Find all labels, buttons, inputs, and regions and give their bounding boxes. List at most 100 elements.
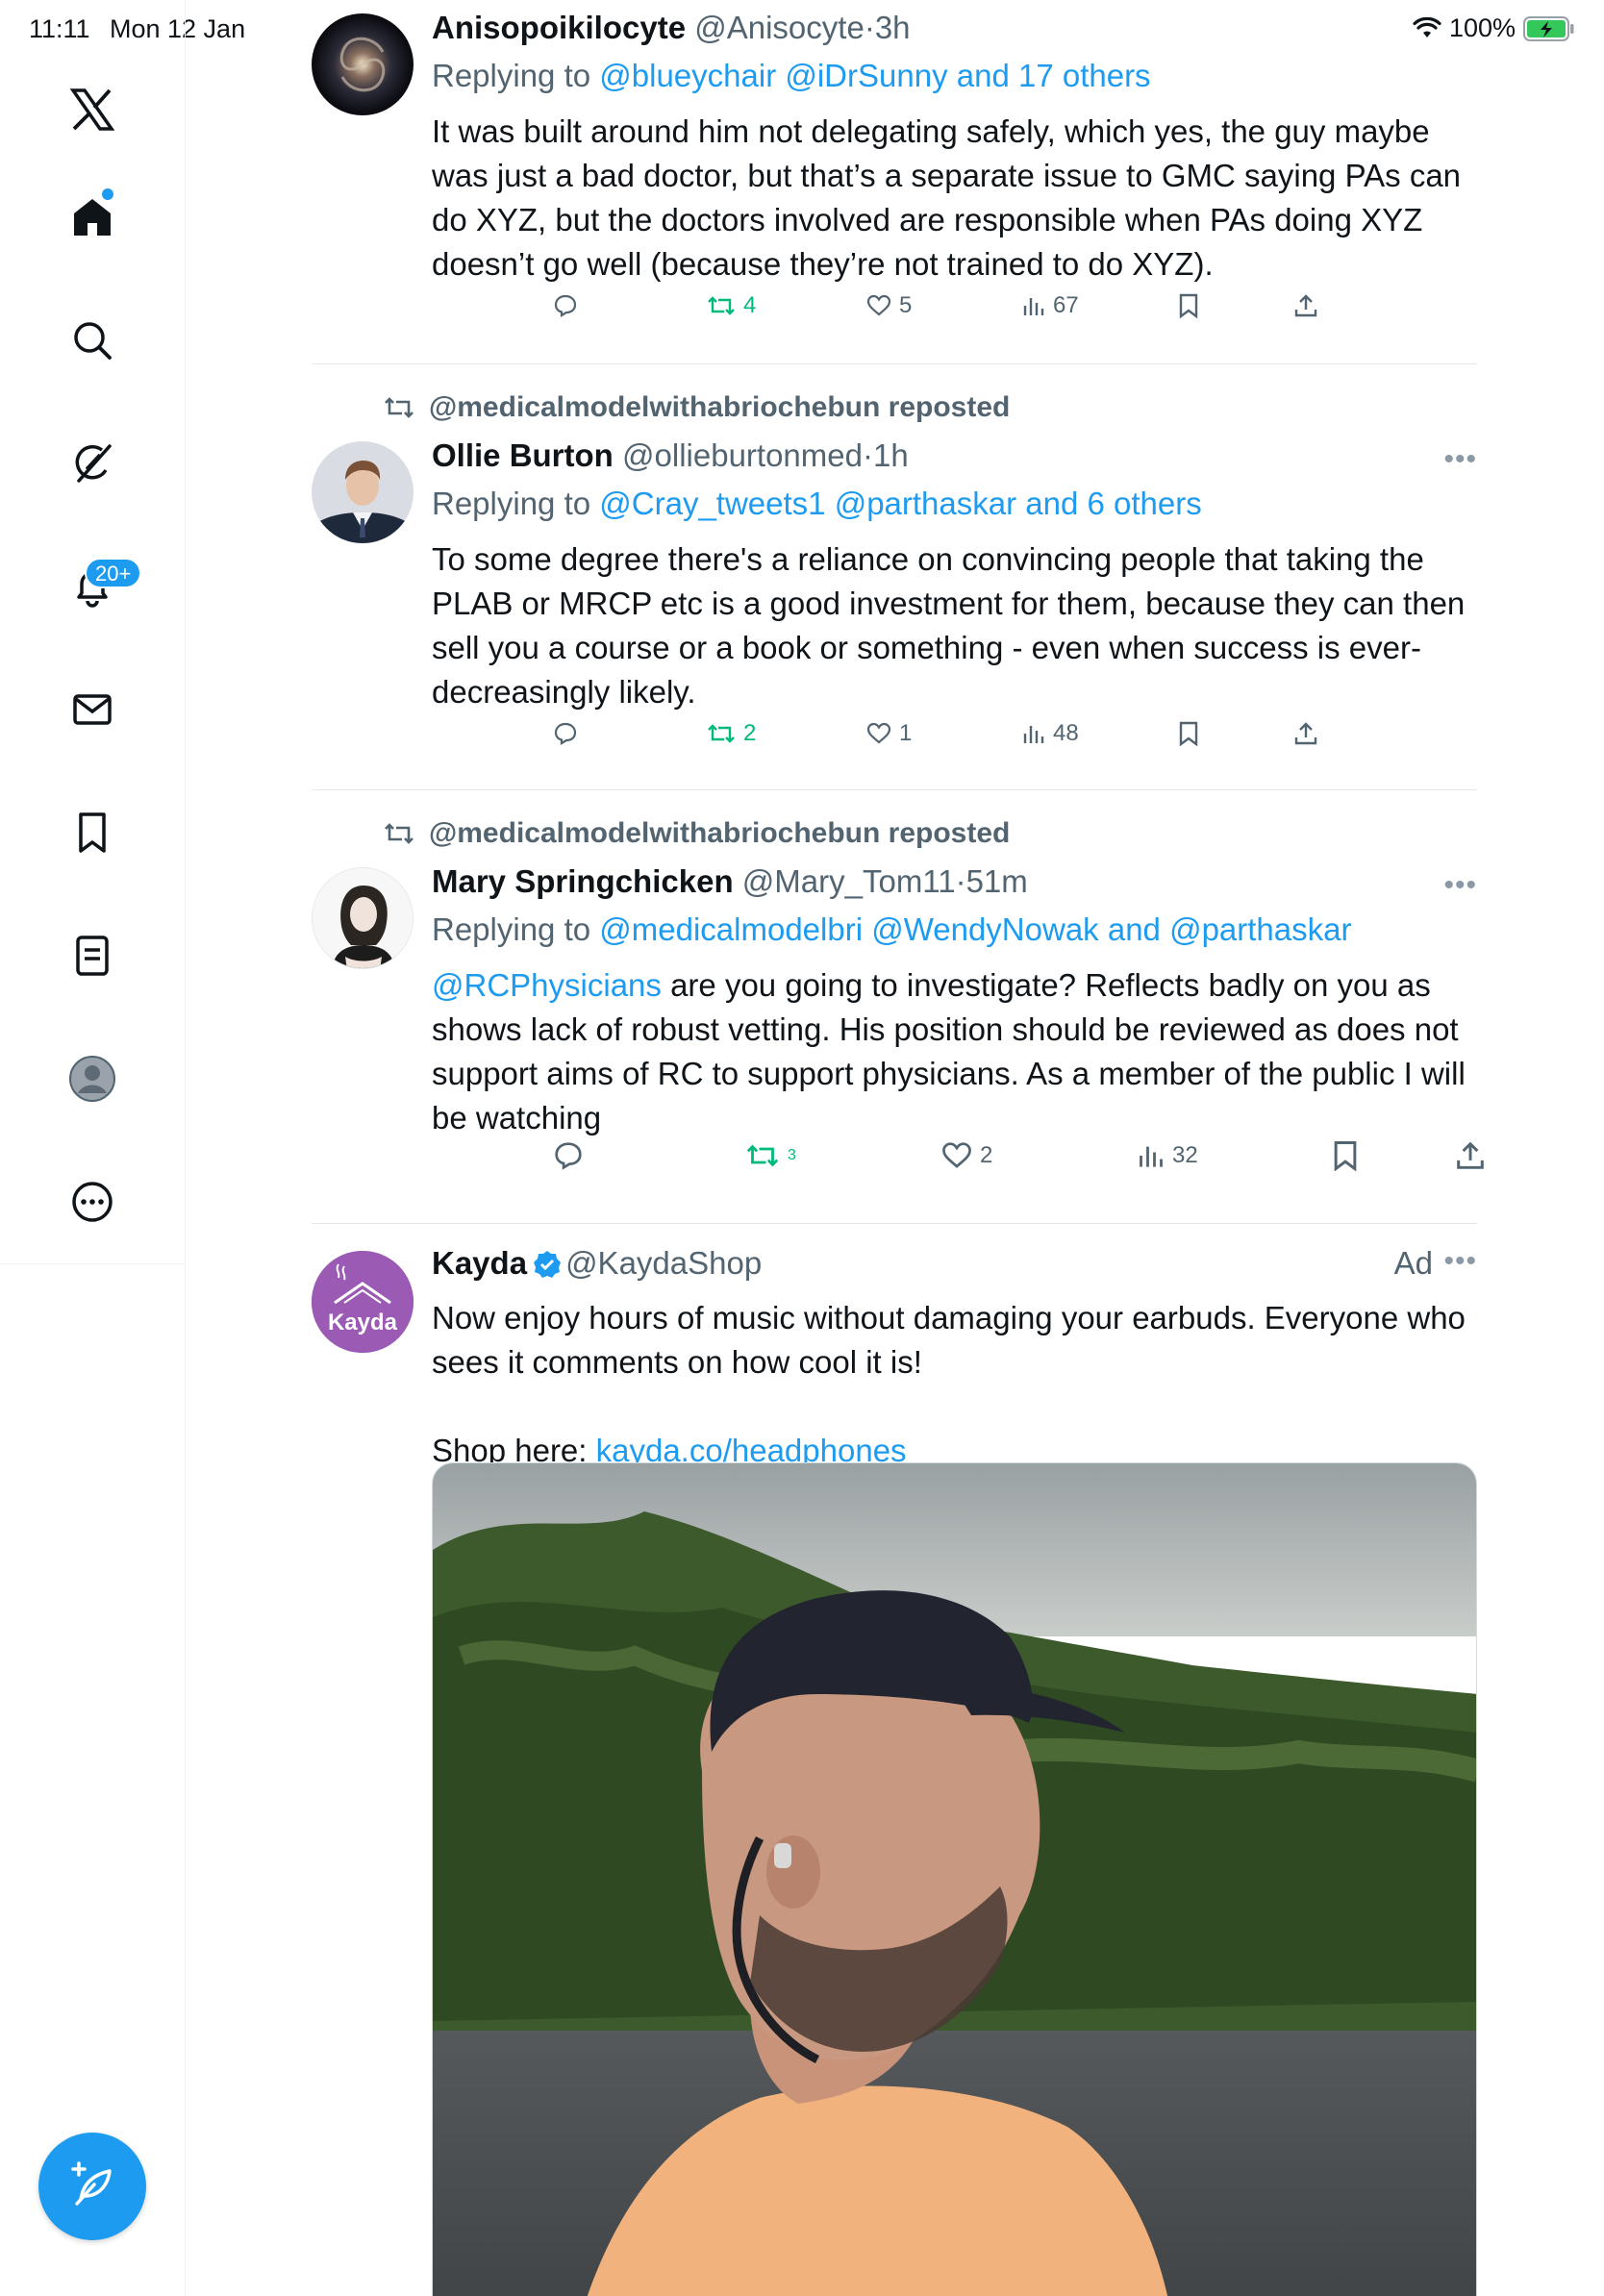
bookmark-icon bbox=[1179, 293, 1198, 318]
ad-video[interactable] bbox=[432, 1462, 1477, 2296]
bookmark-icon bbox=[1179, 721, 1198, 746]
heart-icon bbox=[866, 294, 891, 316]
bookmark-button[interactable] bbox=[1332, 1140, 1359, 1171]
compose-button[interactable] bbox=[38, 2133, 146, 2240]
tweet[interactable]: Anisopoikilocyte @Anisocyte·3h Replying … bbox=[312, 0, 1477, 363]
share-icon bbox=[1294, 294, 1317, 317]
tweet-text: @RCPhysicians are you going to investiga… bbox=[432, 963, 1477, 1140]
tweet[interactable]: @medicalmodelwithabriochebun reposted Ma… bbox=[312, 790, 1484, 1223]
repost-icon bbox=[385, 397, 414, 418]
more-options-icon[interactable]: ••• bbox=[1443, 443, 1477, 476]
replying-to-label: Replying to bbox=[432, 58, 600, 93]
like-button[interactable]: 5 bbox=[866, 292, 912, 319]
repost-label[interactable]: @medicalmodelwithabriochebun reposted bbox=[429, 817, 1010, 850]
author-handle[interactable]: @KaydaShop bbox=[565, 1245, 762, 1281]
battery-charging-icon bbox=[1523, 15, 1575, 41]
bookmarks-icon[interactable] bbox=[52, 792, 133, 873]
avatar[interactable]: Kayda bbox=[312, 1251, 414, 1353]
repost-icon bbox=[708, 724, 735, 743]
author-handle[interactable]: @Anisocyte bbox=[694, 10, 865, 45]
tweet-content: Mary Springchicken @Mary_Tom11·51m Reply… bbox=[432, 861, 1477, 1140]
x-logo-icon[interactable] bbox=[52, 69, 133, 150]
views-button[interactable]: 32 bbox=[1138, 1142, 1198, 1169]
tweet-text: Now enjoy hours of music without damagin… bbox=[432, 1300, 1466, 1380]
more-options-icon[interactable] bbox=[52, 1161, 133, 1242]
tweet-header: Mary Springchicken @Mary_Tom11·51m bbox=[432, 861, 1477, 902]
replying-to-handles[interactable]: @medicalmodelbri @WendyNowak and @partha… bbox=[599, 911, 1351, 947]
views-button[interactable]: 67 bbox=[1022, 292, 1079, 319]
author-name[interactable]: Mary Springchicken bbox=[432, 863, 734, 899]
bookmark-button[interactable] bbox=[1178, 293, 1199, 318]
sidebar-divider bbox=[0, 1263, 186, 1264]
home-icon[interactable] bbox=[52, 177, 133, 258]
profile-icon[interactable] bbox=[52, 1038, 133, 1119]
avatar[interactable] bbox=[312, 13, 414, 115]
tweet-text: It was built around him not delegating s… bbox=[432, 113, 1462, 282]
replying-to-handles[interactable]: @blueychair @iDrSunny and 17 others bbox=[599, 58, 1150, 93]
bookmark-icon bbox=[1334, 1140, 1357, 1171]
repost-button[interactable]: 2 bbox=[707, 720, 756, 747]
heart-icon bbox=[866, 722, 891, 744]
author-name[interactable]: Kayda bbox=[432, 1245, 527, 1281]
more-options-icon[interactable]: ••• bbox=[1443, 1245, 1477, 1278]
ad-label: Ad bbox=[1393, 1245, 1433, 1281]
repost-label[interactable]: @medicalmodelwithabriochebun reposted bbox=[429, 391, 1010, 424]
repost-icon bbox=[708, 296, 735, 315]
repost-count: 4 bbox=[743, 292, 757, 318]
repost-count: 2 bbox=[743, 720, 757, 746]
repost-button[interactable]: 4 bbox=[707, 292, 756, 319]
replying-to-label: Replying to bbox=[432, 486, 600, 521]
reply-icon bbox=[554, 294, 577, 317]
promoted-tweet[interactable]: Kayda Kayda @KaydaShop Now enjoy hours of… bbox=[312, 1224, 1477, 2296]
avatar[interactable] bbox=[312, 867, 414, 969]
tweet-content: Anisopoikilocyte @Anisocyte·3h Replying … bbox=[432, 8, 1477, 287]
view-count: 67 bbox=[1053, 292, 1079, 318]
more-options-icon[interactable]: ••• bbox=[1443, 869, 1477, 902]
view-count: 48 bbox=[1053, 720, 1079, 746]
tweet[interactable]: @medicalmodelwithabriochebun reposted Ol… bbox=[312, 364, 1477, 789]
tweet-content: Ollie Burton @ollieburtonmed·1h Replying… bbox=[432, 436, 1477, 714]
author-handle[interactable]: @ollieburtonmed bbox=[622, 437, 863, 473]
like-count: 1 bbox=[899, 720, 913, 746]
reply-button[interactable] bbox=[553, 721, 578, 746]
repost-button[interactable]: 3 bbox=[745, 1142, 796, 1169]
share-button[interactable] bbox=[1293, 293, 1318, 318]
author-handle[interactable]: @Mary_Tom11 bbox=[742, 863, 956, 899]
share-icon bbox=[1294, 722, 1317, 745]
replying-to-handles[interactable]: @Cray_tweets1 @parthaskar and 6 others bbox=[599, 486, 1201, 521]
tweet-header: Ollie Burton @ollieburtonmed·1h bbox=[432, 436, 1477, 476]
verified-badge-icon bbox=[533, 1248, 562, 1288]
share-icon bbox=[1457, 1141, 1484, 1169]
avatar[interactable] bbox=[312, 441, 414, 543]
like-count: 5 bbox=[899, 292, 913, 318]
search-icon[interactable] bbox=[52, 300, 133, 381]
reply-button[interactable] bbox=[553, 1140, 584, 1171]
like-button[interactable]: 2 bbox=[941, 1141, 992, 1170]
timestamp[interactable]: 51m bbox=[966, 863, 1028, 899]
bookmark-button[interactable] bbox=[1178, 721, 1199, 746]
timestamp[interactable]: 3h bbox=[875, 10, 911, 45]
replying-to: Replying to @medicalmodelbri @WendyNowak… bbox=[432, 910, 1477, 950]
tweet-header: Kayda @KaydaShop bbox=[432, 1243, 1477, 1288]
compose-icon bbox=[65, 2158, 119, 2216]
reply-button[interactable] bbox=[553, 293, 578, 318]
view-count: 32 bbox=[1172, 1142, 1198, 1168]
views-button[interactable]: 48 bbox=[1022, 720, 1079, 747]
sidebar: 20+ bbox=[0, 0, 186, 2296]
share-button[interactable] bbox=[1293, 721, 1318, 746]
messages-icon[interactable] bbox=[52, 669, 133, 750]
timestamp[interactable]: 1h bbox=[873, 437, 909, 473]
grok-icon[interactable] bbox=[52, 423, 133, 504]
tweet-text: To some degree there's a reliance on con… bbox=[432, 541, 1466, 710]
tweet-content: Kayda @KaydaShop Now enjoy hours of music… bbox=[432, 1243, 1477, 1473]
like-button[interactable]: 1 bbox=[866, 720, 912, 747]
lists-icon[interactable] bbox=[52, 915, 133, 996]
separator: · bbox=[862, 437, 873, 473]
author-name[interactable]: Anisopoikilocyte bbox=[432, 10, 686, 45]
views-icon bbox=[1140, 1146, 1163, 1167]
repost-icon bbox=[385, 823, 414, 844]
author-name[interactable]: Ollie Burton bbox=[432, 437, 614, 473]
mention-link[interactable]: @RCPhysicians bbox=[432, 967, 662, 1003]
share-button[interactable] bbox=[1455, 1140, 1486, 1171]
views-icon bbox=[1023, 726, 1044, 743]
